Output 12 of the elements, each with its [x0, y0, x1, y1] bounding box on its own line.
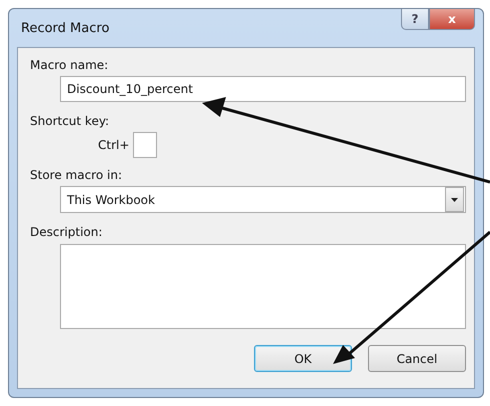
ok-button[interactable]: OK: [254, 345, 352, 372]
field-label: Description:: [30, 225, 104, 239]
window-title: Record Macro: [20, 20, 110, 36]
field-label: Macro name:: [30, 58, 110, 72]
dropdown-value: This Workbook: [67, 192, 155, 206]
field-label: Shortcut key:: [30, 114, 110, 128]
store-macro-dropdown[interactable]: This Workbook: [60, 186, 466, 213]
cancel-button[interactable]: Cancel: [368, 345, 466, 372]
macro-name-field[interactable]: Discount_10_percent: [60, 76, 466, 102]
help-button[interactable]: ?: [401, 9, 429, 30]
ctrl-label: Ctrl+: [98, 138, 130, 152]
field-label: Store macro in:: [30, 168, 123, 182]
